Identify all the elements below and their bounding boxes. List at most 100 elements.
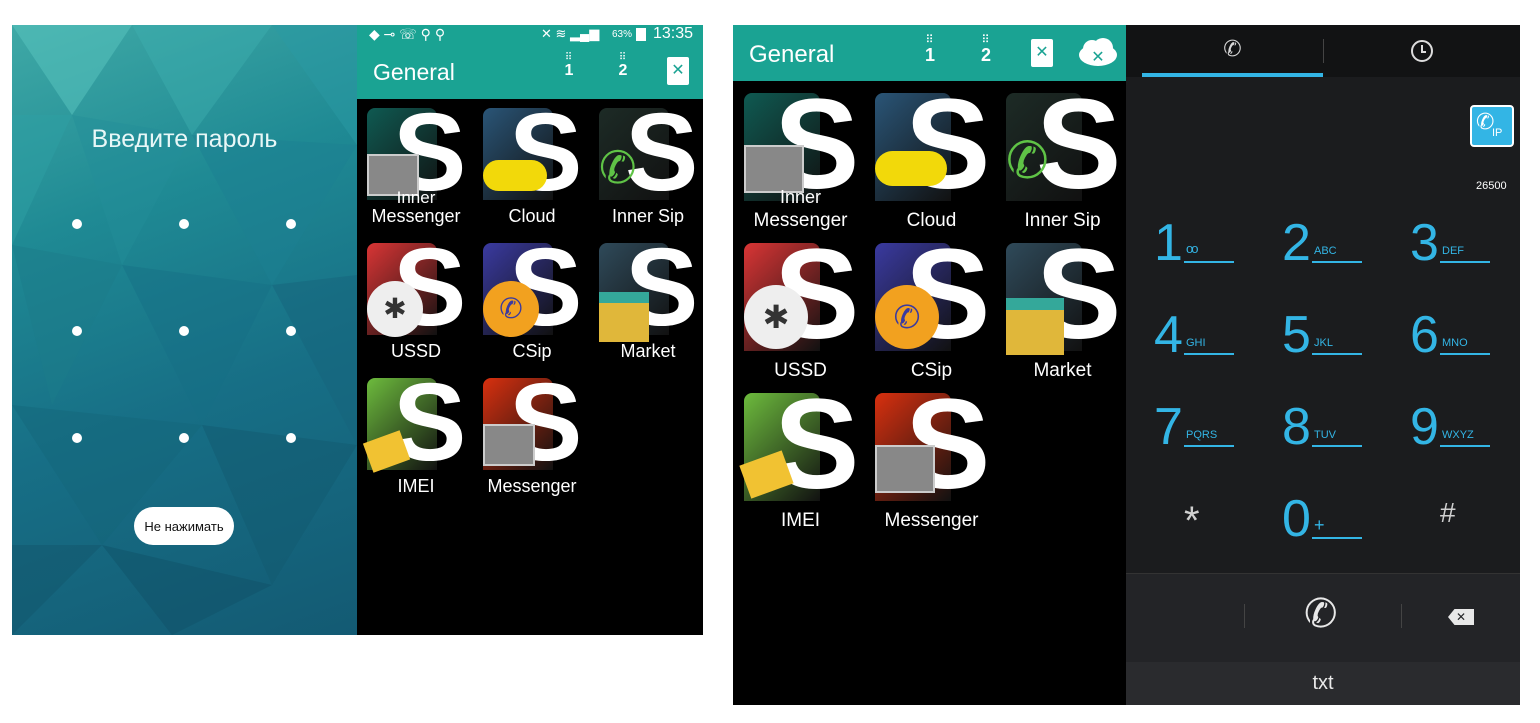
dial-key-underline <box>1440 445 1490 447</box>
pattern-dot[interactable] <box>179 433 189 443</box>
speed-dial-1-button[interactable]: ⠿ 1 <box>553 53 585 79</box>
dial-key-digit: 8 <box>1282 398 1311 456</box>
tab-phone[interactable]: ✆ <box>1142 25 1323 77</box>
clock-icon <box>1410 40 1433 62</box>
dial-key-underline <box>1312 445 1362 447</box>
cloud-delete-icon[interactable]: ✕ <box>1077 37 1119 69</box>
app-tile[interactable]: S Inner Messenger <box>744 81 869 239</box>
dial-key-digit: 1 <box>1154 214 1183 272</box>
speed-dial-1-button[interactable]: ⠿ 1 <box>913 35 947 65</box>
speed-dial-2-button[interactable]: ⠿ 2 <box>969 35 1003 65</box>
app-tile[interactable]: S Cloud <box>875 81 1000 239</box>
dial-key[interactable]: 8 TUV <box>1282 397 1402 477</box>
app-tile[interactable]: S Market <box>1006 231 1131 389</box>
app-bar-title: General <box>373 59 455 85</box>
pattern-dot[interactable] <box>72 326 82 336</box>
pattern-dot[interactable] <box>179 219 189 229</box>
pattern-dot[interactable] <box>72 219 82 229</box>
dial-key-letters: MNO <box>1442 337 1468 349</box>
app-tile[interactable]: S Messenger <box>875 381 1000 539</box>
dial-key-digit: # <box>1440 497 1456 528</box>
dial-key-letters: JKL <box>1314 337 1333 349</box>
dial-key-underline <box>1184 445 1234 447</box>
signal-icon: ✕ ≋ ▂▄▆ <box>541 26 600 41</box>
dial-key-underline <box>1312 353 1362 355</box>
dial-key-letters: + <box>1314 515 1325 535</box>
dial-key[interactable]: 0 + <box>1282 489 1402 569</box>
app-tile[interactable]: S Messenger <box>483 368 593 509</box>
call-button[interactable]: ✆ <box>1304 594 1338 634</box>
pattern-dot[interactable] <box>286 326 296 336</box>
tab-recent[interactable] <box>1323 25 1520 77</box>
dial-key[interactable]: 3 DEF <box>1410 213 1520 293</box>
envelope-icon <box>483 416 539 472</box>
counter-label: 26500 <box>1476 180 1507 192</box>
dial-key[interactable]: 4 GHI <box>1154 305 1274 385</box>
dial-key-digit: * <box>1184 499 1200 543</box>
app-tile[interactable]: S IMEI <box>739 381 869 539</box>
pattern-dot[interactable] <box>179 326 189 336</box>
dial-key-underline <box>1184 353 1234 355</box>
app-tile[interactable]: S ✆ Inner Sip <box>1006 81 1131 239</box>
dial-key-digit: 9 <box>1410 398 1439 456</box>
phone-icon: ✆ <box>1223 36 1242 61</box>
app-tile[interactable]: S Market <box>599 233 709 374</box>
app-label: Messenger <box>487 476 577 496</box>
app-label: Market <box>620 341 676 361</box>
app-tile[interactable]: S IMEI <box>362 368 477 509</box>
dial-key[interactable]: * <box>1154 489 1274 569</box>
app-label-line1: Inner <box>396 188 436 207</box>
dial-key[interactable]: 2 ABC <box>1282 213 1402 293</box>
lock-title: Введите пароль <box>91 125 278 153</box>
dial-key[interactable]: 1 oo <box>1154 213 1274 293</box>
app-tile[interactable]: S ✱ USSD <box>367 233 477 374</box>
trash-icon[interactable]: ✕ <box>1031 39 1053 67</box>
backspace-icon[interactable]: ✕ <box>1448 609 1474 625</box>
app-tile[interactable]: S Cloud <box>483 98 593 239</box>
bug-icon: ✱ <box>367 281 423 337</box>
bug-icon: ✱ <box>744 285 808 349</box>
phone-icon: ✆ <box>875 285 939 349</box>
box-icon <box>599 281 655 343</box>
dial-key[interactable]: # <box>1410 489 1520 569</box>
box-icon <box>1006 285 1070 355</box>
dial-key[interactable]: 7 PQRS <box>1154 397 1274 477</box>
app-label: USSD <box>390 341 441 361</box>
phone-icon: ✆ <box>599 143 637 193</box>
dial-key-digit: 2 <box>1282 214 1311 272</box>
dial-key-digit: 7 <box>1154 398 1183 456</box>
dialer-tabs: ✆ <box>1126 25 1520 77</box>
dial-key[interactable]: 6 MNO <box>1410 305 1520 385</box>
app-label: CSip <box>512 341 552 361</box>
dont-press-button[interactable]: Не нажимать <box>134 507 234 545</box>
app-tile[interactable]: S ✆ CSip <box>483 233 593 374</box>
dial-key-underline <box>1312 537 1362 539</box>
dial-key-digit: 5 <box>1282 306 1311 364</box>
pattern-dot[interactable] <box>72 433 82 443</box>
dial-key[interactable]: 9 WXYZ <box>1410 397 1520 477</box>
app-tile[interactable]: S ✱ USSD <box>744 231 869 389</box>
status-icons: ◆ ⊸ ☏ ⚲ ⚲ <box>369 26 446 42</box>
dial-key-digit: 6 <box>1410 306 1439 364</box>
app-label: Market <box>1033 360 1092 381</box>
cloud-icon <box>875 135 947 199</box>
svg-text:✕: ✕ <box>1091 49 1104 66</box>
app-tile[interactable]: S ✆ Inner Sip <box>599 98 709 239</box>
dial-key-underline <box>1184 261 1234 263</box>
ip-call-icon[interactable]: ✆ IP <box>1470 105 1514 147</box>
app-tile[interactable]: S ✆ CSip <box>875 231 1000 389</box>
dial-key-letters: DEF <box>1442 245 1464 257</box>
trash-icon[interactable]: ✕ <box>667 57 689 85</box>
app-tile[interactable]: S Inner Messenger <box>367 98 477 239</box>
pattern-dot[interactable] <box>286 433 296 443</box>
pattern-dot[interactable] <box>286 219 296 229</box>
clock: 13:35 <box>653 25 694 42</box>
app-label: Messenger <box>371 206 461 226</box>
dial-key[interactable]: 5 JKL <box>1282 305 1402 385</box>
txt-button[interactable]: txt <box>1126 662 1520 705</box>
battery-icon <box>636 28 646 41</box>
dial-key-letters: PQRS <box>1186 429 1218 441</box>
dial-key-underline <box>1440 353 1490 355</box>
dial-key-digit: 3 <box>1410 214 1439 272</box>
speed-dial-2-button[interactable]: ⠿ 2 <box>607 53 639 79</box>
